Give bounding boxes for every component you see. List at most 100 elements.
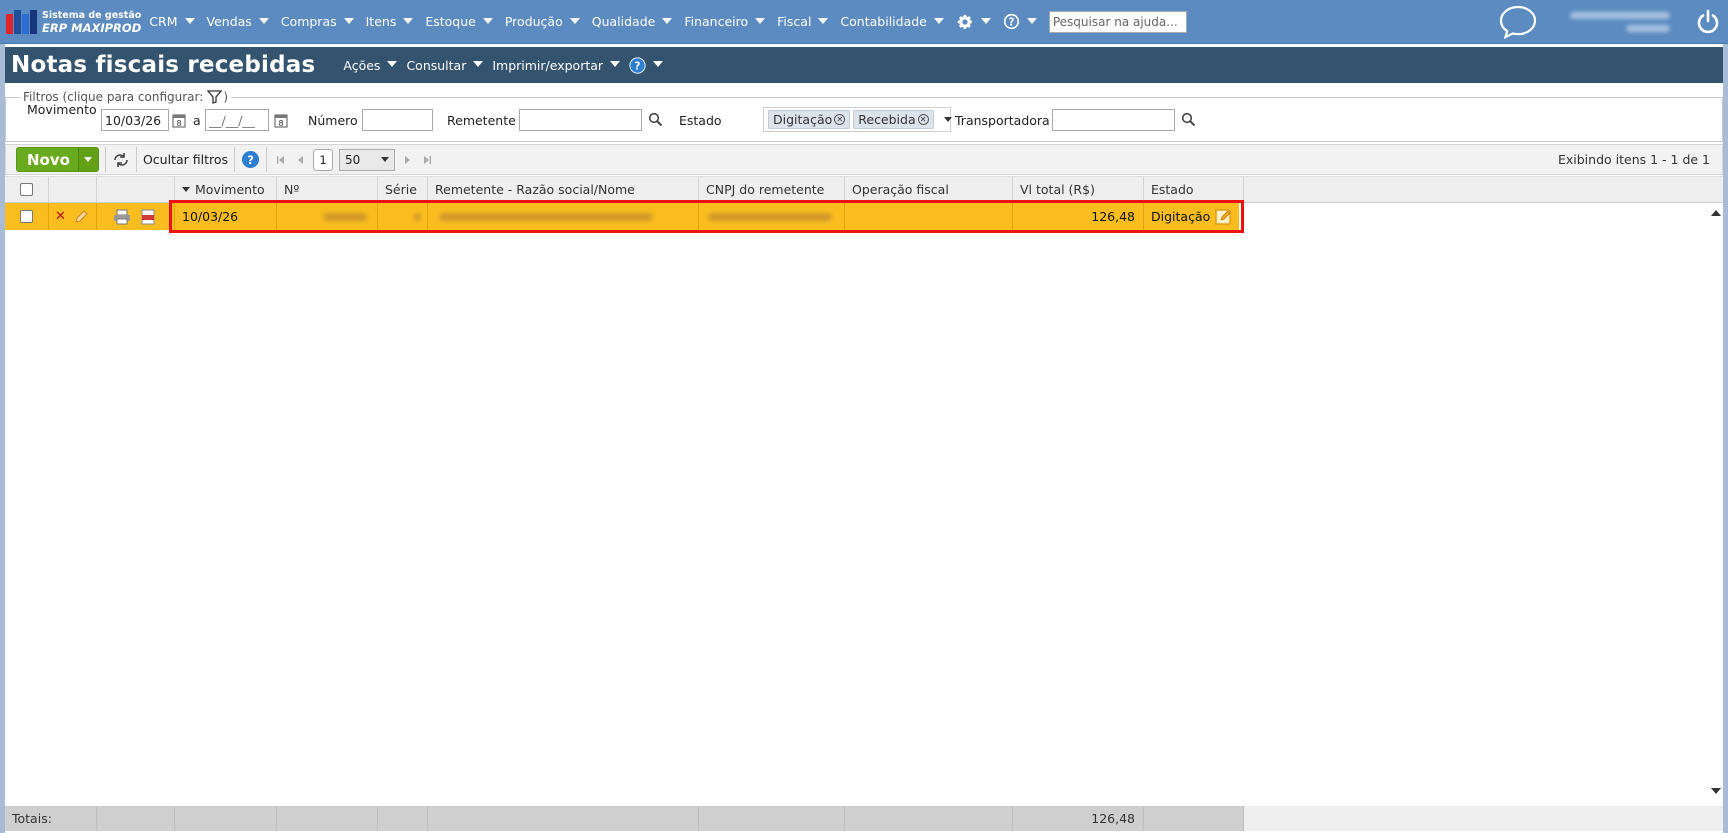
totals-cell: [1144, 806, 1244, 831]
movimento-from-input[interactable]: [101, 109, 169, 131]
col-header-movimento[interactable]: Movimento: [175, 177, 277, 202]
delete-icon[interactable]: ✕: [55, 209, 66, 224]
remetente-label: Remetente: [447, 113, 516, 128]
help-circle-icon[interactable]: ?: [241, 150, 260, 169]
remove-tag-icon[interactable]: ✕: [917, 114, 929, 125]
page-size-select[interactable]: 50: [339, 148, 396, 171]
menu-vendas[interactable]: Vendas: [207, 14, 269, 29]
help-search-input[interactable]: [1048, 10, 1187, 33]
edit-pencil-icon[interactable]: [74, 209, 89, 224]
col-header-remetente[interactable]: Remetente - Razão social/Nome: [428, 177, 699, 202]
numero-input[interactable]: [362, 109, 433, 131]
help-circle-icon: ?: [629, 56, 646, 74]
transportadora-input[interactable]: [1052, 109, 1175, 131]
row-print-cell: [97, 203, 175, 230]
next-page-icon[interactable]: [401, 154, 413, 166]
logo-icon: [6, 9, 37, 34]
menu-financeiro[interactable]: Financeiro: [684, 14, 766, 29]
first-page-icon[interactable]: [275, 154, 287, 166]
caret-down-icon: [343, 17, 354, 24]
page-size-value: 50: [345, 152, 361, 167]
tag-label: Digitação: [773, 112, 833, 127]
page-title: Notas fiscais recebidas: [11, 52, 316, 78]
toolbar-separator: [234, 147, 236, 172]
logo-line-1: Sistema de gestão: [42, 9, 142, 21]
user-info[interactable]: [1560, 12, 1670, 32]
edit-status-icon[interactable]: [1215, 208, 1233, 226]
new-dropdown-button[interactable]: [77, 148, 98, 171]
totals-cell: [97, 806, 175, 831]
caret-down-icon: [184, 17, 195, 24]
estado-label: Estado: [679, 113, 722, 128]
caret-down-icon: [980, 17, 991, 24]
power-icon[interactable]: [1696, 9, 1720, 35]
row-checkbox[interactable]: [20, 210, 33, 223]
pdf-icon[interactable]: [141, 209, 155, 225]
calendar-icon[interactable]: 8: [274, 113, 288, 128]
menu-estoque[interactable]: Estoque: [425, 14, 493, 29]
sort-desc-icon: [182, 187, 190, 192]
estado-tag-digitacao[interactable]: Digitação ✕: [768, 110, 851, 129]
logo-line-2: ERP MAXIPROD: [42, 20, 142, 35]
search-icon[interactable]: [648, 112, 663, 127]
scroll-up-icon[interactable]: [1709, 208, 1723, 218]
chevron-down-icon[interactable]: [943, 117, 952, 122]
print-export-menu[interactable]: Imprimir/exportar: [492, 58, 621, 73]
gear-icon: [957, 14, 972, 29]
select-all-checkbox[interactable]: [20, 183, 33, 196]
menu-qualidade[interactable]: Qualidade: [592, 14, 673, 29]
chat-icon[interactable]: [1498, 4, 1538, 40]
new-button[interactable]: Novo: [16, 147, 99, 172]
range-separator: a: [193, 113, 201, 128]
col-label: Remetente - Razão social/Nome: [435, 182, 635, 197]
hide-filters-button[interactable]: Ocultar filtros: [143, 152, 228, 167]
menu-crm[interactable]: CRM: [149, 14, 195, 29]
calendar-icon[interactable]: 8: [172, 113, 186, 128]
menu-producao[interactable]: Produção: [505, 14, 580, 29]
redacted-value: [708, 212, 832, 221]
caret-down-icon: [403, 17, 414, 24]
menu-label: Financeiro: [684, 14, 749, 29]
select-all-cell: [5, 177, 49, 202]
search-icon[interactable]: [1181, 112, 1196, 127]
caret-down-icon: [258, 17, 269, 24]
caret-down-icon: [755, 17, 766, 24]
col-header-total[interactable]: Vl total (R$): [1013, 177, 1144, 202]
menu-settings[interactable]: [956, 13, 991, 31]
remetente-input[interactable]: [519, 109, 642, 131]
col-header-numero[interactable]: Nº: [277, 177, 378, 202]
menu-compras[interactable]: Compras: [281, 14, 354, 29]
menu-label: Estoque: [425, 14, 476, 29]
app-logo[interactable]: Sistema de gestão ERP MAXIPROD: [6, 9, 142, 35]
menu-help[interactable]: ?: [1003, 13, 1037, 30]
last-page-icon[interactable]: [421, 154, 433, 166]
consult-menu[interactable]: Consultar: [406, 58, 484, 73]
menu-contabilidade[interactable]: Contabilidade: [840, 14, 944, 29]
vertical-scrollbar[interactable]: [1709, 203, 1723, 803]
previous-page-icon[interactable]: [295, 154, 307, 166]
table-row[interactable]: ✕ 10/03/26 126,48 Digitação: [5, 203, 1239, 230]
col-label: Nº: [284, 182, 300, 197]
filter-icon[interactable]: [207, 90, 223, 104]
printer-icon[interactable]: [113, 209, 131, 225]
scroll-down-icon[interactable]: [1709, 786, 1723, 796]
svg-text:8: 8: [176, 119, 181, 128]
estado-multiselect[interactable]: Digitação ✕ Recebida ✕: [763, 107, 952, 132]
page-help-menu[interactable]: ?: [629, 56, 664, 74]
page-number-input[interactable]: 1: [313, 148, 334, 171]
col-header-operacao[interactable]: Operação fiscal: [845, 177, 1013, 202]
refresh-icon[interactable]: [112, 152, 130, 168]
col-header-serie[interactable]: Série: [378, 177, 428, 202]
col-header-estado[interactable]: Estado: [1144, 177, 1244, 202]
menu-fiscal[interactable]: Fiscal: [777, 14, 829, 29]
svg-text:?: ?: [247, 153, 254, 167]
toolbar-separator: [266, 147, 268, 172]
remove-tag-icon[interactable]: ✕: [834, 114, 846, 125]
menu-itens[interactable]: Itens: [366, 14, 414, 29]
actions-menu[interactable]: Ações: [343, 58, 398, 73]
col-header-cnpj[interactable]: CNPJ do remetente: [699, 177, 845, 202]
caret-down-icon: [653, 61, 664, 67]
filters-legend-close: ): [223, 90, 228, 104]
movimento-to-input[interactable]: [205, 109, 269, 131]
estado-tag-recebida[interactable]: Recebida ✕: [853, 110, 934, 129]
